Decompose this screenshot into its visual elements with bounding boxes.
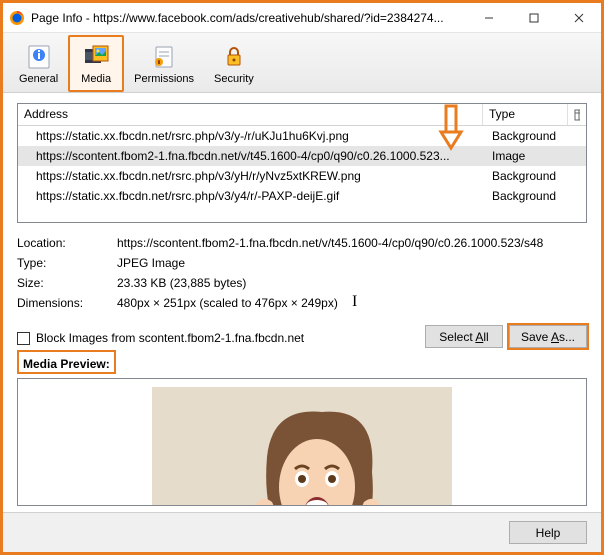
cell-type: Background xyxy=(486,167,586,185)
detail-row-dimensions: Dimensions: 480px × 251px (scaled to 476… xyxy=(17,293,587,313)
detail-row-size: Size: 23.33 KB (23,885 bytes) xyxy=(17,273,587,293)
tab-general[interactable]: General xyxy=(9,35,68,92)
permissions-icon xyxy=(149,42,179,72)
detail-row-type: Type: JPEG Image xyxy=(17,253,587,273)
titlebar: Page Info - https://www.facebook.com/ads… xyxy=(3,3,601,33)
tab-label: Security xyxy=(214,73,254,85)
tab-security[interactable]: Security xyxy=(204,35,264,92)
tab-label: Media xyxy=(81,73,111,85)
window-controls xyxy=(466,3,601,33)
table-row[interactable]: https://static.xx.fbcdn.net/rsrc.php/v3/… xyxy=(18,166,586,186)
detail-row-location: Location: https://scontent.fbom2-1.fna.f… xyxy=(17,233,587,253)
cell-address: https://static.xx.fbcdn.net/rsrc.php/v3/… xyxy=(18,127,486,145)
media-table: Address Type https://static.xx.fbcdn.net… xyxy=(17,103,587,223)
column-header-address[interactable]: Address xyxy=(18,104,483,125)
tab-toolbar: General Media xyxy=(3,33,601,93)
maximize-button[interactable] xyxy=(511,3,556,33)
close-button[interactable] xyxy=(556,3,601,33)
info-icon xyxy=(24,42,54,72)
cell-address: https://static.xx.fbcdn.net/rsrc.php/v3/… xyxy=(18,167,486,185)
detail-value: JPEG Image xyxy=(117,256,587,270)
preview-label-wrap: Media Preview: xyxy=(17,348,587,374)
detail-label: Dimensions: xyxy=(17,296,117,310)
action-buttons: Select All Save As... xyxy=(17,325,587,348)
details-section: Location: https://scontent.fbom2-1.fna.f… xyxy=(17,233,587,313)
minimize-button[interactable] xyxy=(466,3,511,33)
table-header: Address Type xyxy=(18,104,586,126)
cell-type: Image xyxy=(486,147,586,165)
cell-type: Background xyxy=(486,187,586,205)
media-preview-label: Media Preview: xyxy=(23,357,110,371)
page-info-window: Page Info - https://www.facebook.com/ads… xyxy=(3,3,601,552)
cell-address: https://scontent.fbom2-1.fna.fbcdn.net/v… xyxy=(18,147,486,165)
detail-label: Location: xyxy=(17,236,117,250)
save-as-button[interactable]: Save As... xyxy=(509,325,587,348)
media-preview-box[interactable] xyxy=(17,378,587,506)
table-body[interactable]: https://static.xx.fbcdn.net/rsrc.php/v3/… xyxy=(18,126,586,222)
detail-value: 23.33 KB (23,885 bytes) xyxy=(117,276,587,290)
help-button[interactable]: Help xyxy=(509,521,587,544)
table-row[interactable]: https://scontent.fbom2-1.fna.fbcdn.net/v… xyxy=(18,146,586,166)
text-cursor-icon: I xyxy=(352,293,357,311)
tab-permissions[interactable]: Permissions xyxy=(124,35,204,92)
column-header-type[interactable]: Type xyxy=(483,104,568,125)
lock-icon xyxy=(219,42,249,72)
media-icon xyxy=(81,42,111,72)
cell-address: https://static.xx.fbcdn.net/rsrc.php/v3/… xyxy=(18,187,486,205)
detail-value: https://scontent.fbom2-1.fna.fbcdn.net/v… xyxy=(117,236,587,250)
window-title: Page Info - https://www.facebook.com/ads… xyxy=(31,11,466,25)
tab-label: Permissions xyxy=(134,73,194,85)
content-area: Address Type https://static.xx.fbcdn.net… xyxy=(3,93,601,512)
detail-label: Size: xyxy=(17,276,117,290)
table-row[interactable]: https://static.xx.fbcdn.net/rsrc.php/v3/… xyxy=(18,126,586,146)
tab-label: General xyxy=(19,73,58,85)
select-all-button[interactable]: Select All xyxy=(425,325,503,348)
preview-image xyxy=(152,387,452,506)
annotation-border: Page Info - https://www.facebook.com/ads… xyxy=(0,0,604,555)
column-picker-icon[interactable] xyxy=(568,104,586,125)
table-row[interactable]: https://static.xx.fbcdn.net/rsrc.php/v3/… xyxy=(18,186,586,206)
detail-label: Type: xyxy=(17,256,117,270)
tab-media[interactable]: Media xyxy=(68,35,124,92)
firefox-icon xyxy=(9,10,25,26)
cell-type: Background xyxy=(486,127,586,145)
footer: Help xyxy=(3,512,601,552)
